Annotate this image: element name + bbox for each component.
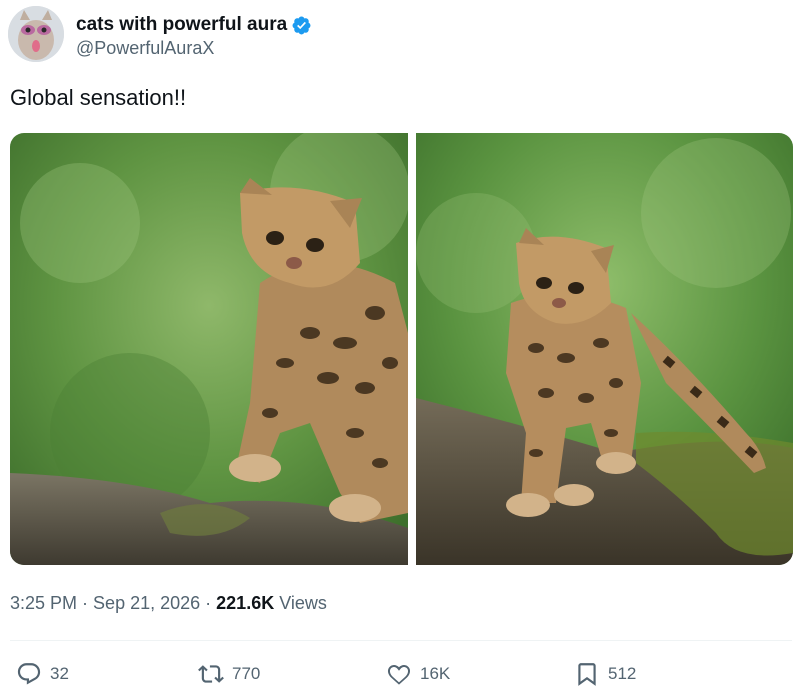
tweet-photo-2[interactable]: [416, 133, 793, 565]
reply-count: 32: [50, 664, 69, 683]
tweet-photo-1[interactable]: [10, 133, 408, 565]
verified-badge-icon: [292, 16, 311, 34]
like-icon: [387, 664, 411, 685]
tweet-metadata: 3:25 PM · Sep 21, 2026 · 221.6K Views: [10, 593, 327, 614]
repost-count: 770: [232, 664, 261, 683]
divider: [10, 640, 792, 641]
like-count: 16K: [420, 664, 451, 683]
bookmark-icon: [578, 663, 596, 686]
like-button[interactable]: 16K: [386, 659, 450, 689]
tweet-header: cats with powerful aura @PowerfulAuraX: [8, 6, 408, 62]
reply-button[interactable]: 32: [16, 659, 69, 689]
reply-icon: [17, 663, 41, 685]
tweet-date[interactable]: Sep 21, 2026: [93, 593, 200, 613]
author-name[interactable]: cats with powerful aura: [76, 14, 312, 36]
avatar[interactable]: [8, 6, 64, 62]
bookmark-count: 512: [608, 664, 637, 683]
meta-separator: ·: [77, 593, 94, 613]
repost-button[interactable]: 770: [198, 659, 260, 689]
meta-separator: ·: [200, 593, 217, 613]
views-label: Views: [274, 593, 327, 613]
author-handle[interactable]: @PowerfulAuraX: [76, 38, 214, 59]
views-count: 221.6K: [216, 593, 275, 613]
bookmark-button[interactable]: 512: [574, 659, 636, 689]
author-display-name[interactable]: cats with powerful aura: [76, 14, 287, 36]
tweet-time[interactable]: 3:25 PM: [10, 593, 77, 613]
tweet-text: Global sensation!!: [10, 85, 187, 110]
repost-icon: [198, 665, 224, 683]
